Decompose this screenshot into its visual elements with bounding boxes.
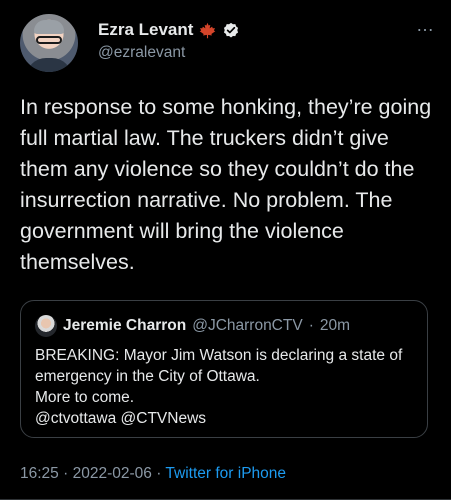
more-options-icon[interactable]: … — [416, 16, 435, 34]
avatar-shirt — [26, 58, 72, 72]
tweet-time[interactable]: 16:25 — [20, 465, 59, 482]
tweet-meta: 16:25 · 2022-02-06 · Twitter for iPhone — [20, 465, 286, 483]
quoted-author-display-name: Jeremie Charron — [63, 317, 187, 334]
quoted-tweet-header: Jeremie Charron @JCharronCTV · 20m — [35, 315, 350, 337]
quoted-author-avatar — [35, 315, 57, 337]
quoted-separator: · — [308, 317, 314, 334]
maple-leaf-icon — [200, 22, 216, 38]
author-display-name[interactable]: Ezra Levant — [98, 20, 193, 40]
quoted-tweet-text: BREAKING: Mayor Jim Watson is declaring … — [35, 347, 403, 427]
quoted-time: 20m — [319, 317, 351, 334]
quoted-author-handle: @JCharronCTV — [192, 317, 303, 334]
tweet-date[interactable]: 2022-02-06 — [73, 465, 152, 482]
verified-icon — [224, 22, 239, 38]
author-name-row: Ezra Levant — [98, 20, 240, 40]
tweet-header: Ezra Levant @ezralevant … — [20, 14, 435, 74]
tweet-text: In response to some honking, they’re goi… — [20, 95, 432, 274]
avatar-hair — [34, 20, 64, 34]
tweet-source-link[interactable]: Twitter for iPhone — [165, 465, 286, 482]
avatar-glasses — [36, 36, 62, 44]
author-avatar[interactable] — [20, 14, 78, 72]
quoted-tweet[interactable]: Jeremie Charron @JCharronCTV · 20m BREAK… — [20, 300, 428, 438]
meta-dot: · — [156, 465, 162, 482]
author-handle[interactable]: @ezralevant — [98, 44, 185, 62]
meta-dot: · — [63, 465, 69, 482]
